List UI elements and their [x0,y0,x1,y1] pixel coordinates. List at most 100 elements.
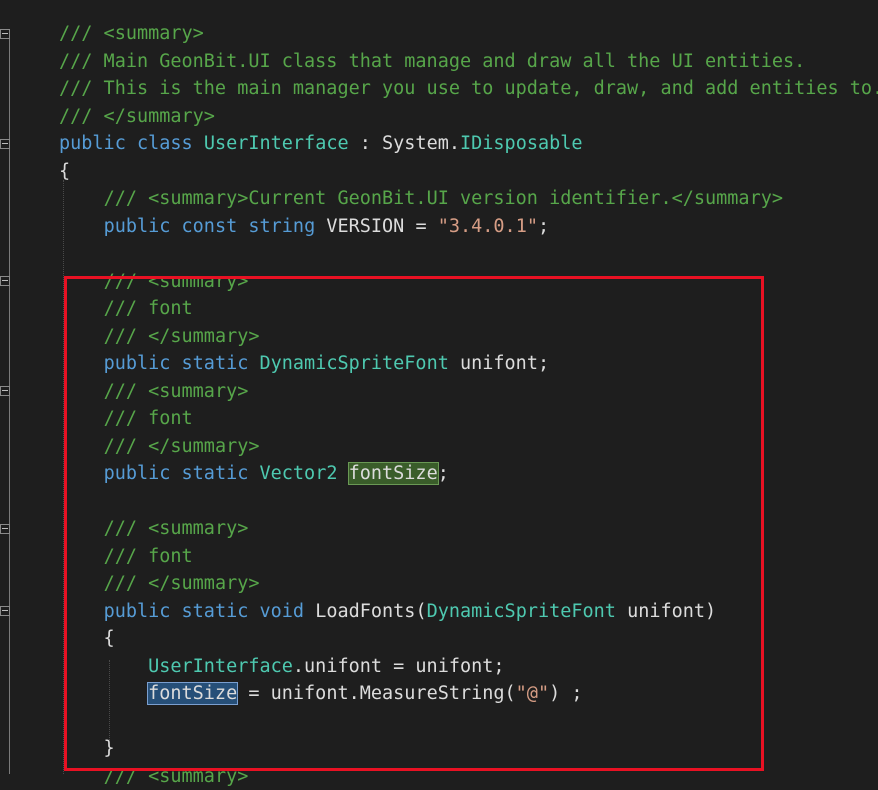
code-line[interactable]: /// <summary> [59,268,249,295]
code-token: const [181,215,238,237]
code-token: /// <summary> [103,270,249,292]
code-token: ; [437,463,449,484]
code-token: /// <summary> [59,23,204,44]
code-token: /// Main GeonBit.UI class that manage an… [59,50,806,72]
code-token: UserInterface [148,655,293,677]
code-line[interactable]: /// This is the main manager you use to … [59,75,878,102]
code-line[interactable]: /// <summary> [59,378,249,405]
code-token: string [248,215,316,237]
code-token: "@" [515,683,550,704]
code-token: /// </summary> [103,573,260,594]
code-token: fontSize [347,462,439,485]
code-token: class [136,133,193,154]
code-token: { [59,628,115,649]
collapse-icon[interactable] [0,29,10,39]
code-line[interactable]: UserInterface.unifont = unifont; [59,653,504,680]
code-token: /// font [103,545,193,567]
code-token: : System. [348,133,460,154]
code-token: /// <summary> [103,380,249,402]
code-line[interactable]: /// <summary>Current GeonBit.UI version … [59,185,783,212]
code-token: unifont; [448,353,550,374]
code-token: LoadFonts( [304,600,427,622]
collapse-icon[interactable] [0,386,10,396]
code-line[interactable]: /// font [59,543,193,570]
code-line[interactable]: /// Main GeonBit.UI class that manage an… [59,48,805,75]
editor-gutter [0,0,14,774]
code-line[interactable]: public static void LoadFonts(DynamicSpri… [59,598,717,625]
code-line[interactable]: public static Vector2 fontSize; [59,460,449,487]
code-line[interactable]: /// font [59,295,193,322]
code-token: { [59,160,71,182]
code-token: DynamicSpriteFont [259,353,449,374]
code-token: /// </summary> [59,105,215,127]
code-token: Vector2 [259,463,338,484]
code-line[interactable]: /// <summary> [59,763,249,790]
collapse-icon[interactable] [0,524,10,534]
code-token: /// This is the main manager you use to … [59,78,878,99]
code-token: public [59,133,126,154]
code-token: } [59,738,115,759]
code-token: /// <summary> [103,518,249,539]
code-token: ; [537,215,550,237]
code-token: /// font [103,408,193,429]
code-token: UserInterface [203,133,349,154]
code-token: static [181,353,249,374]
code-token: static [181,463,249,484]
code-token: public [103,600,171,622]
code-line[interactable]: public class UserInterface : System.IDis… [59,130,583,157]
code-line[interactable]: fontSize = unifont.MeasureString("@") ; [59,680,583,707]
code-token: /// <summary> [103,765,249,787]
code-token: = unifont.MeasureString( [237,683,516,704]
code-line[interactable]: { [59,158,70,185]
code-token: DynamicSpriteFont [426,600,616,622]
code-token: unifont) [615,600,717,622]
code-line[interactable]: /// </summary> [59,570,260,597]
code-token: static [181,600,249,622]
code-token: fontSize [147,682,239,705]
code-line[interactable]: /// </summary> [59,323,260,350]
code-line[interactable]: } [59,735,115,762]
code-line[interactable]: /// font [59,405,193,432]
code-token: public [103,215,171,237]
collapse-icon[interactable] [0,276,10,286]
code-token: void [259,600,305,622]
code-token: "3.4.0.1" [437,215,538,237]
code-line[interactable]: { [59,625,115,652]
code-line[interactable]: /// </summary> [59,433,260,460]
code-token: ) ; [549,683,583,704]
code-token: /// </summary> [103,325,260,347]
code-line[interactable]: public const string VERSION = "3.4.0.1"; [59,213,550,240]
code-line[interactable]: public static DynamicSpriteFont unifont; [59,350,550,377]
code-line[interactable]: /// </summary> [59,103,215,130]
code-token: /// font [103,298,193,319]
code-line[interactable]: /// <summary> [59,20,204,47]
code-token: VERSION = [315,215,438,237]
collapse-icon[interactable] [0,139,10,149]
collapse-icon[interactable] [0,606,10,616]
code-line[interactable]: /// <summary> [59,515,249,542]
